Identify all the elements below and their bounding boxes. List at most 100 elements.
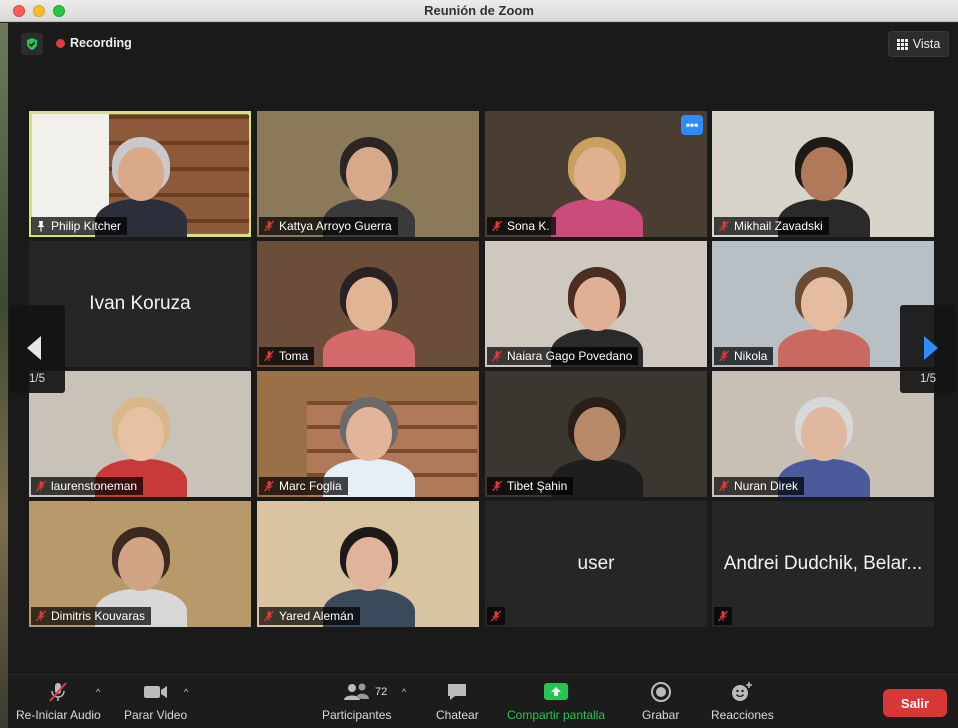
participant-tile[interactable]: Kattya Arroyo Guerra xyxy=(257,111,479,237)
video-camera-icon xyxy=(143,686,167,698)
participant-tile[interactable]: Yared Alemán xyxy=(257,501,479,627)
participant-nameplate xyxy=(487,607,505,625)
view-button[interactable]: Vista xyxy=(888,31,949,57)
reactions-label: Reacciones xyxy=(711,708,774,722)
participant-nameplate: laurenstoneman xyxy=(31,477,144,495)
participant-name: Dimitris Kouvaras xyxy=(51,609,146,623)
smiley-add-icon xyxy=(732,682,753,701)
audio-label: Re-Iniciar Audio xyxy=(16,708,101,722)
record-button[interactable]: Grabar xyxy=(642,681,679,722)
chat-bubble-icon xyxy=(448,684,467,700)
audio-options-caret[interactable]: ^ xyxy=(96,687,100,697)
reactions-button[interactable]: Reacciones xyxy=(711,681,774,722)
participants-label: Participantes xyxy=(322,708,392,722)
participant-nameplate: Tibet Şahin xyxy=(487,477,574,495)
previous-page-button[interactable]: 1/5 xyxy=(9,305,65,393)
participant-tile[interactable]: Mikhail Zavadski xyxy=(712,111,934,237)
microphone-muted-icon xyxy=(492,220,502,232)
window-title: Reunión de Zoom xyxy=(424,3,534,18)
participant-face xyxy=(118,147,164,201)
arrow-left-icon xyxy=(27,336,41,360)
recording-indicator[interactable]: Recording xyxy=(56,36,132,50)
record-icon xyxy=(650,682,671,702)
participant-nameplate: Sona K. xyxy=(487,217,556,235)
page-indicator-right: 1/5 xyxy=(920,373,936,385)
participant-tile[interactable]: Tibet Şahin xyxy=(485,371,707,497)
microphone-muted-icon xyxy=(36,610,46,622)
participant-name-display: user xyxy=(577,553,615,574)
participant-nameplate: Philip Kitcher xyxy=(31,217,128,235)
participant-face xyxy=(118,407,164,461)
participant-nameplate: Kattya Arroyo Guerra xyxy=(259,217,398,235)
participant-tile[interactable]: Dimitris Kouvaras xyxy=(29,501,251,627)
participant-name: Nikola xyxy=(734,349,768,363)
participant-tile[interactable]: Marc Foglia xyxy=(257,371,479,497)
participant-face xyxy=(118,537,164,591)
participant-name: laurenstoneman xyxy=(51,479,138,493)
microphone-muted-icon xyxy=(719,480,729,492)
participant-tile[interactable]: Philip Kitcher xyxy=(29,111,251,237)
participant-name: Tibet Şahin xyxy=(507,479,568,493)
chat-label: Chatear xyxy=(436,708,479,722)
participant-nameplate xyxy=(714,607,732,625)
microphone-muted-icon xyxy=(492,350,502,362)
participant-nameplate: Nuran Direk xyxy=(714,477,805,495)
microphone-muted-icon xyxy=(718,610,728,622)
security-shield-icon[interactable] xyxy=(21,33,43,55)
participant-nameplate: Dimitris Kouvaras xyxy=(31,607,152,625)
microphone-muted-icon xyxy=(36,480,46,492)
participant-face xyxy=(574,407,620,461)
record-label: Grabar xyxy=(642,708,680,722)
participant-nameplate: Yared Alemán xyxy=(259,607,360,625)
audio-button[interactable]: Re-Iniciar Audio xyxy=(16,681,101,722)
participant-nameplate: Mikhail Zavadski xyxy=(714,217,829,235)
microphone-muted-icon xyxy=(491,610,501,622)
participant-body xyxy=(323,329,415,367)
microphone-muted-icon xyxy=(492,480,502,492)
arrow-right-icon xyxy=(924,336,938,360)
participant-face xyxy=(574,147,620,201)
view-label: Vista xyxy=(912,37,941,51)
participant-nameplate: Naiara Gago Povedano xyxy=(487,347,639,365)
participants-icon xyxy=(343,683,369,700)
participant-face xyxy=(801,277,847,331)
microphone-muted-icon xyxy=(264,350,274,362)
pin-icon xyxy=(37,221,45,232)
recording-label: Recording xyxy=(70,36,132,50)
participant-name: Nuran Direk xyxy=(734,479,799,493)
next-page-button[interactable]: 1/5 xyxy=(900,305,956,393)
grid-view-icon xyxy=(896,38,908,50)
meeting-toolbar: Re-Iniciar Audio ^ Parar Video ^ Partici… xyxy=(8,674,958,728)
participant-tile[interactable]: user xyxy=(485,501,707,627)
participant-name: Toma xyxy=(279,349,309,363)
share-screen-label: Compartir pantalla xyxy=(507,708,606,722)
participant-face xyxy=(801,147,847,201)
participant-face xyxy=(346,407,392,461)
microphone-muted-icon xyxy=(264,480,274,492)
participant-face xyxy=(346,277,392,331)
participant-name: Philip Kitcher xyxy=(51,219,122,233)
leave-meeting-button[interactable]: Salir xyxy=(883,689,947,717)
participant-name: Kattya Arroyo Guerra xyxy=(279,219,392,233)
participant-face xyxy=(801,407,847,461)
participant-tile[interactable]: Andrei Dudchik, Belar... xyxy=(712,501,934,627)
participant-tile[interactable]: Naiara Gago Povedano xyxy=(485,241,707,367)
microphone-muted-icon xyxy=(264,610,274,622)
microphone-muted-icon xyxy=(49,682,68,702)
participant-name: Yared Alemán xyxy=(279,609,354,623)
participants-count: 72 xyxy=(375,686,388,698)
participant-face xyxy=(346,147,392,201)
participant-name: Mikhail Zavadski xyxy=(734,219,823,233)
chat-button[interactable]: Chatear xyxy=(436,681,479,722)
participant-face xyxy=(574,277,620,331)
participant-name: Marc Foglia xyxy=(279,479,342,493)
share-screen-button[interactable]: Compartir pantalla xyxy=(507,681,605,722)
participant-tile[interactable]: ••• Sona K. xyxy=(485,111,707,237)
participant-tile[interactable]: Toma xyxy=(257,241,479,367)
video-options-caret[interactable]: ^ xyxy=(184,687,188,697)
recording-dot-icon xyxy=(56,38,65,48)
participants-options-caret[interactable]: ^ xyxy=(402,687,406,697)
participant-nameplate: Nikola xyxy=(714,347,774,365)
more-options-button[interactable]: ••• xyxy=(681,115,703,135)
video-button[interactable]: Parar Video xyxy=(124,681,187,722)
